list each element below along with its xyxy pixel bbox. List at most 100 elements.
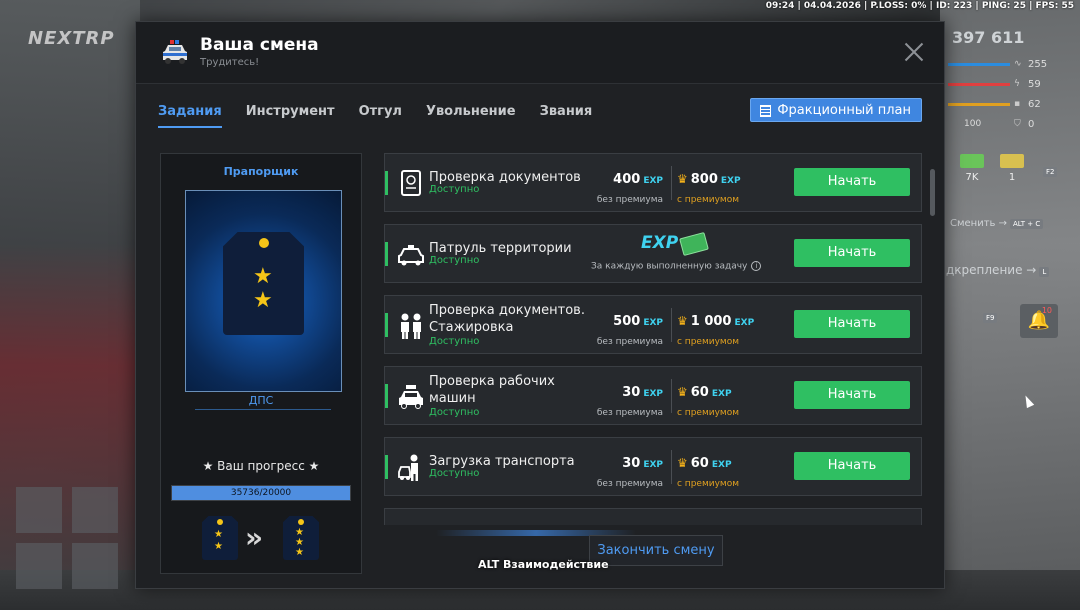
reward-premium-caption: с премиумом [677, 479, 739, 489]
task-list: Проверка документов Доступно 400 EXP без … [384, 153, 922, 525]
change-hint: Сменить → ALT + C [950, 218, 1044, 229]
task-row: Загрузка транспорта Доступно 30 EXP без п… [384, 437, 922, 496]
star-icon: ★ [214, 541, 223, 552]
reward-base-value: 500 [613, 314, 641, 329]
star-icon: ★ [253, 288, 273, 313]
exp-label: EXP [720, 176, 741, 186]
task-status: Доступно [429, 468, 480, 479]
reinforce-hint-label: дкрепление → [946, 263, 1037, 277]
key-f9-label: F9 [983, 313, 998, 323]
reward-premium: ♛ 60 EXP с премиумом [677, 452, 739, 490]
notifications-button[interactable]: 🔔 10 [1020, 304, 1058, 338]
inventory-slot[interactable] [72, 543, 118, 589]
loading-icon [398, 454, 418, 481]
hud-stats: ∿ 255 ϟ 59 ▪ 62 100 ⛉ 0 [948, 54, 1068, 134]
pulse-icon: ∿ [1014, 59, 1022, 69]
hud-stat-value: 59 [1028, 78, 1041, 90]
reinforce-hint-key: L [1039, 267, 1050, 277]
reward-base-value: 400 [613, 172, 641, 187]
divider [671, 379, 672, 413]
status-accent [385, 384, 388, 408]
inventory-slot[interactable] [72, 487, 118, 533]
task-status: Доступно [429, 184, 480, 195]
crown-icon: ♛ [677, 314, 688, 328]
task-status: Доступно [429, 407, 480, 418]
task-name: Проверка рабочих машин [429, 374, 555, 406]
current-rank-icon: ★ ★ [202, 516, 238, 560]
strap-button [259, 238, 269, 248]
reward-premium-value: 1 000 [690, 314, 732, 329]
hud-stat-value: 255 [1028, 58, 1048, 70]
hud-stat-value: 62 [1028, 98, 1041, 110]
inventory-slot[interactable] [16, 487, 62, 533]
rank-image: ★ ★ [185, 190, 342, 392]
reward-premium: ♛ 1 000 EXP с премиумом [677, 310, 754, 348]
cash-label: 7K [965, 172, 979, 183]
status-accent [385, 313, 388, 337]
divider [671, 308, 672, 342]
start-button[interactable]: Начать [794, 239, 910, 267]
reward-base: 500 EXP без премиума [597, 310, 663, 348]
reward-caption: За каждую выполненную задачу i [591, 261, 762, 272]
inventory-slot[interactable] [16, 543, 62, 589]
divider [671, 166, 672, 200]
hud-bar [948, 63, 1010, 66]
panel-subtitle: Трудитесь! [200, 57, 260, 68]
progress-label: ★ Ваш прогресс ★ [202, 459, 320, 473]
officers-icon [401, 313, 421, 339]
next-rank-icon: ★ ★ ★ [283, 516, 319, 560]
reward-premium: ♛ 800 EXP с премиумом [677, 168, 741, 206]
start-button[interactable]: Начать [794, 381, 910, 409]
task-status: Доступно [429, 336, 480, 347]
status-accent [385, 171, 388, 195]
reward-base: 30 EXP без премиума [597, 452, 663, 490]
close-icon[interactable] [904, 42, 924, 62]
start-button[interactable]: Начать [794, 452, 910, 480]
money-counter: 397 611 [952, 28, 1025, 47]
hud-bar [948, 103, 1010, 106]
faction-plan-button[interactable]: Фракционный план [750, 98, 922, 122]
tab-tasks[interactable]: Задания [158, 104, 222, 128]
reward-base-value: 30 [622, 385, 641, 400]
reward-premium-value: 800 [690, 172, 718, 187]
notification-badge: 10 [1041, 306, 1052, 315]
faction-plan-label: Фракционный план [777, 103, 911, 118]
shoulder-strap-icon: ★ ★ [223, 232, 304, 335]
cash-slot: 7K [955, 154, 989, 183]
reinforce-hint: дкрепление → L [946, 263, 1050, 277]
exp-icon: EXP [641, 233, 679, 253]
task-name: Проверка документов. Стажировка [429, 303, 585, 335]
exp-label: EXP [643, 176, 663, 186]
reward-base: 30 EXP без премиума [597, 381, 663, 419]
crown-icon: ♛ [677, 456, 688, 470]
tab-day-off[interactable]: Отгул [359, 104, 402, 128]
shield-icon: ⛉ [1014, 119, 1021, 129]
divider [671, 450, 672, 484]
start-button[interactable]: Начать [794, 310, 910, 338]
police-car-icon [398, 245, 424, 266]
key-f9: F9 [980, 312, 998, 323]
panel-title: Ваша смена [200, 35, 319, 55]
reward-premium-value: 60 [690, 456, 709, 471]
hud-stat-row: ∿ 255 [948, 54, 1068, 74]
hud-stat-row: ϟ 59 [948, 74, 1068, 94]
status-accent [385, 242, 388, 266]
crown-icon: ♛ [677, 385, 688, 399]
task-row: Проверка документов. Стажировка Доступно… [384, 295, 922, 354]
money-icon [679, 231, 709, 257]
tab-tools[interactable]: Инструмент [246, 104, 335, 128]
reward-premium-value: 60 [690, 385, 709, 400]
interaction-hint: ALT Взаимодействие [478, 558, 609, 571]
reward-premium-caption: с премиумом [677, 408, 739, 418]
start-button[interactable]: Начать [794, 168, 910, 196]
cash-icon [1000, 154, 1024, 168]
tab-dismissal[interactable]: Увольнение [426, 104, 516, 128]
info-icon[interactable]: i [751, 261, 762, 271]
finish-shift-button[interactable]: Закончить смену [589, 535, 723, 566]
change-hint-keys: ALT + C [1010, 219, 1044, 229]
tab-ranks[interactable]: Звания [540, 104, 593, 128]
rank-card: Прапорщик ★ ★ ДПС ★ Ваш прогресс ★ 35736… [160, 153, 362, 574]
scrollbar-thumb[interactable] [930, 169, 935, 216]
star-icon: ★ [295, 547, 304, 558]
reward-base: 400 EXP без премиума [597, 168, 663, 206]
